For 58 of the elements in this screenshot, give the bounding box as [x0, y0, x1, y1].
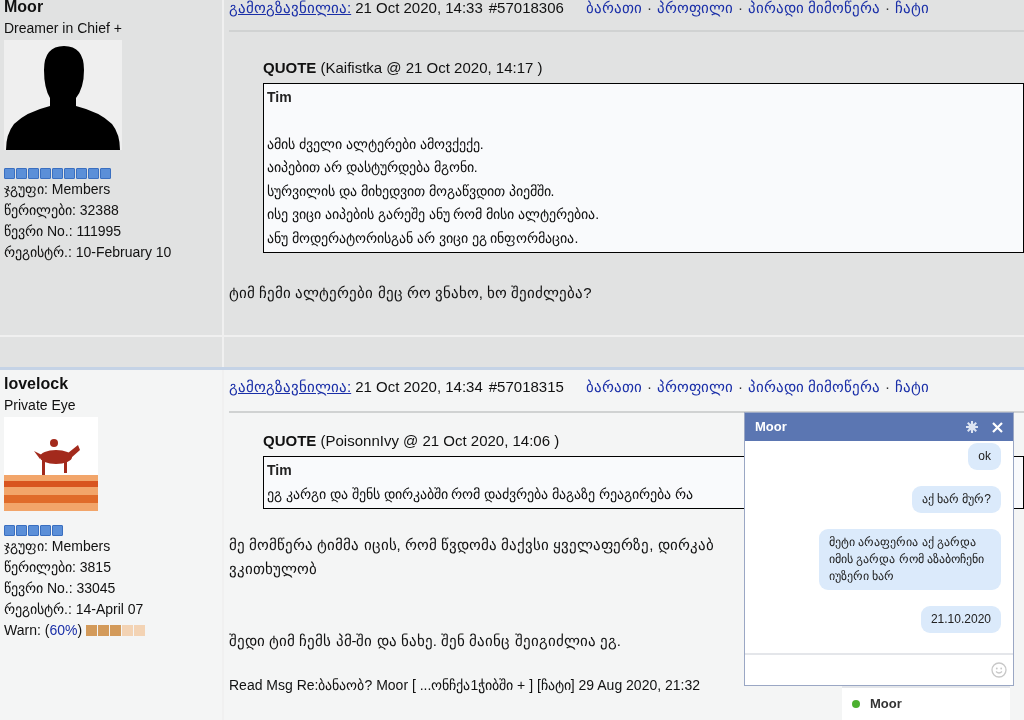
chat-message: 21.10.2020	[920, 606, 1001, 633]
quote-line: ეგ კარგი და შენს დირკაბში რომ დაძვრება მაგაზე რეაგირება რა	[267, 484, 693, 505]
post-date: 21 Oct 2020, 14:33	[355, 0, 483, 18]
contact-name: Moor	[870, 695, 902, 714]
post-action-link[interactable]: ჩატი	[895, 0, 930, 20]
quote-author: Tim	[267, 461, 293, 480]
quote-heading: QUOTE (PoisonnIvy @ 21 Oct 2020, 14:06 )	[263, 430, 561, 451]
separator-dot: ·	[646, 0, 652, 18]
recent-read-line[interactable]: Read Msg Re:ბანაობ? Moor [ ...ონჩქა1ჭიბში + ] [ჩატი] 29 Aug 2020, 21:32	[229, 673, 701, 697]
close-icon[interactable]	[992, 421, 1003, 433]
quote-heading: QUOTE (Kaifistka @ 21 Oct 2020, 14:17 )	[263, 57, 544, 78]
post-action-link[interactable]: პირადი მიმოწერა	[747, 0, 881, 20]
member-stat: წევრი No.: 111995	[4, 222, 123, 242]
post-text: მე მომწერა ტიმმა იცის, რომ წვდომა მაქვსი ყველაფერზე, დირკაბ	[229, 535, 714, 556]
post-number[interactable]: #57018315	[488, 376, 564, 399]
post-action-link[interactable]: პროფილი	[656, 0, 733, 20]
member-stat: რეგისტრ.: 14-April 07	[4, 600, 145, 620]
quote-line: ამის ძველი ალტერები ამოვქექე.	[267, 134, 484, 155]
post-action-link[interactable]: ბარათი	[585, 0, 642, 20]
quote-author: Tim	[267, 88, 293, 107]
member-stat: წერილები: 3815	[4, 558, 112, 578]
chat-title: Moor	[755, 418, 788, 437]
warn-label: Warn:	[4, 621, 41, 640]
separator-dot: ·	[885, 0, 891, 18]
quote-line: ანუ მოდერატორისგან არ ვიცი ეგ ინფორმაცია.	[267, 228, 579, 249]
posted-link[interactable]: გამოგზავნილია:	[229, 376, 352, 399]
post-action-link[interactable]: პირადი მიმოწერა	[747, 376, 881, 399]
member-rank: Dreamer in Chief +	[4, 19, 123, 38]
post-number[interactable]: #57018306	[488, 0, 564, 20]
post-action-link[interactable]: ჩატი	[895, 376, 930, 399]
member-stat: რეგისტრ.: 10-February 10	[4, 243, 173, 263]
chat-message: ok	[968, 443, 1001, 470]
post-text: ვკითხულობ	[229, 559, 317, 580]
warn-percent[interactable]: (60%)	[44, 620, 83, 641]
member-stat: ჯგუფი: Members	[4, 180, 112, 200]
chat-message: მეტი არაფერია აქ გარდა იმის გარდა რომ აზაბოჩენი იუზერი ხარ	[819, 529, 1001, 590]
posted-link[interactable]: გამოგზავნილია:	[229, 0, 352, 20]
chat-message: აქ ხარ მურ?	[911, 486, 1001, 513]
post-text: ტიმ ჩემი ალტერები მეც რო ვნახო, ხო შეიძლება?	[229, 283, 592, 304]
quote-line: სურვილის და მიხედვით მოგაწვდით პიემში.	[267, 181, 555, 202]
separator-dot: ·	[646, 377, 652, 397]
author-name[interactable]: Moor	[4, 0, 218, 14]
chat-contact-bar[interactable]: Moor	[842, 686, 1010, 720]
separator-dot: ·	[737, 0, 743, 18]
member-stat: ჯგუფი: Members	[4, 537, 112, 557]
post-text: შედი ტიმ ჩემს პმ-ში და ნახე. შენ მაინც შეიგიძლია ეგ.	[229, 631, 621, 652]
post-action-link[interactable]: პროფილი	[656, 376, 733, 399]
post-action-link[interactable]: ბარათი	[585, 376, 642, 399]
member-rank: Private Eye	[4, 396, 77, 415]
member-stat: წევრი No.: 33045	[4, 579, 117, 599]
separator-dot: ·	[885, 377, 891, 397]
quote-line: აიპებით არ დასტურდება მგონი.	[267, 158, 478, 178]
settings-icon[interactable]	[966, 421, 978, 433]
member-stat: წერილები: 32388	[4, 201, 120, 221]
post-date: 21 Oct 2020, 14:34	[355, 377, 483, 397]
quote-line: ისე ვიცი აიპების გარეშე ანუ რომ მისი ალტერებია.	[267, 205, 600, 225]
author-name[interactable]: lovelock	[4, 377, 218, 391]
separator-dot: ·	[737, 377, 743, 397]
